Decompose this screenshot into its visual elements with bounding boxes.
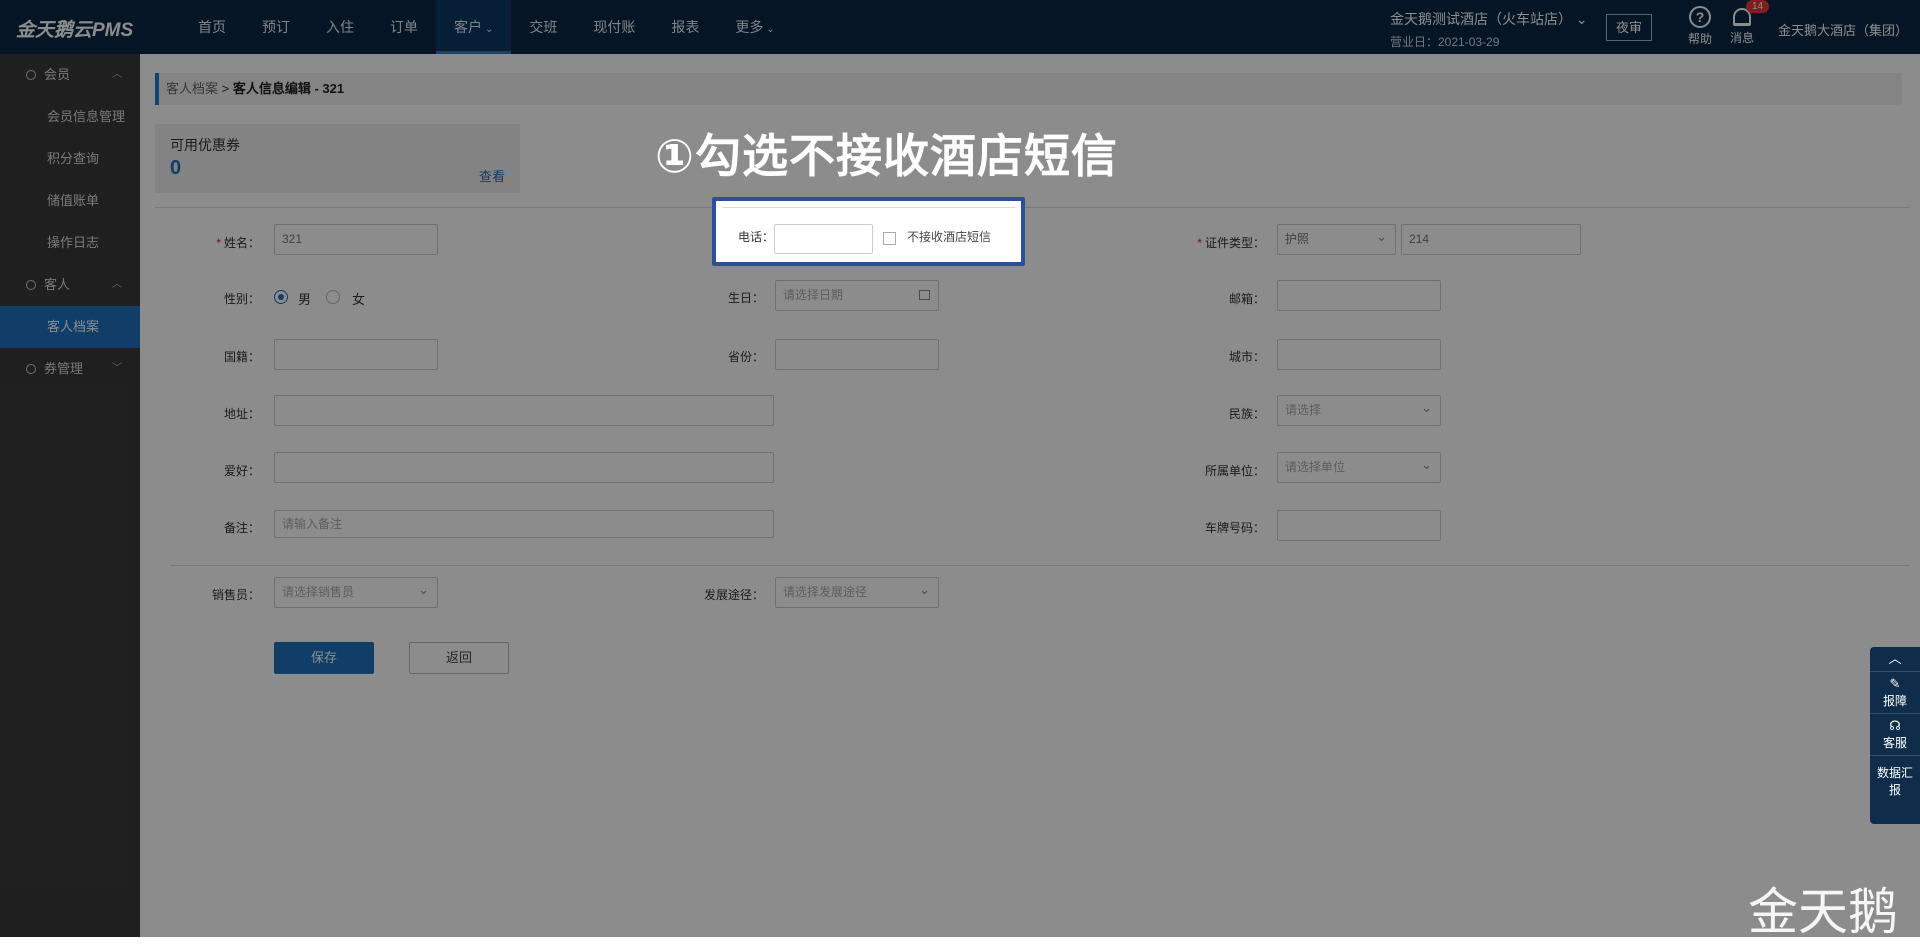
- no-sms-label[interactable]: 不接收酒店短信: [907, 228, 991, 245]
- report-issue-button[interactable]: ✎ 报障: [1870, 672, 1920, 714]
- data-report-label: 数据汇报: [1876, 766, 1913, 797]
- floating-tool-panel: ︿ ✎ 报障 ☊ 客服 数据汇报: [1870, 647, 1920, 824]
- phone-input[interactable]: [774, 224, 873, 254]
- data-report-button[interactable]: 数据汇报: [1870, 756, 1920, 806]
- wrench-icon: ✎: [1889, 676, 1901, 691]
- headset-icon: ☊: [1889, 718, 1901, 733]
- divider: [722, 207, 1015, 208]
- tutorial-callout: ①勾选不接收酒店短信: [655, 130, 1118, 182]
- no-sms-checkbox[interactable]: [883, 232, 896, 245]
- report-issue-label: 报障: [1882, 694, 1907, 708]
- customer-service-label: 客服: [1882, 736, 1907, 750]
- chevron-up-icon: ︿: [1888, 651, 1902, 666]
- scroll-top-button[interactable]: ︿: [1870, 647, 1920, 672]
- phone-sms-highlight: 电话： 不接收酒店短信: [712, 197, 1025, 266]
- phone-label: 电话：: [738, 230, 775, 244]
- customer-service-button[interactable]: ☊ 客服: [1870, 714, 1920, 756]
- brand-watermark: 金天鹅: [1748, 883, 1898, 941]
